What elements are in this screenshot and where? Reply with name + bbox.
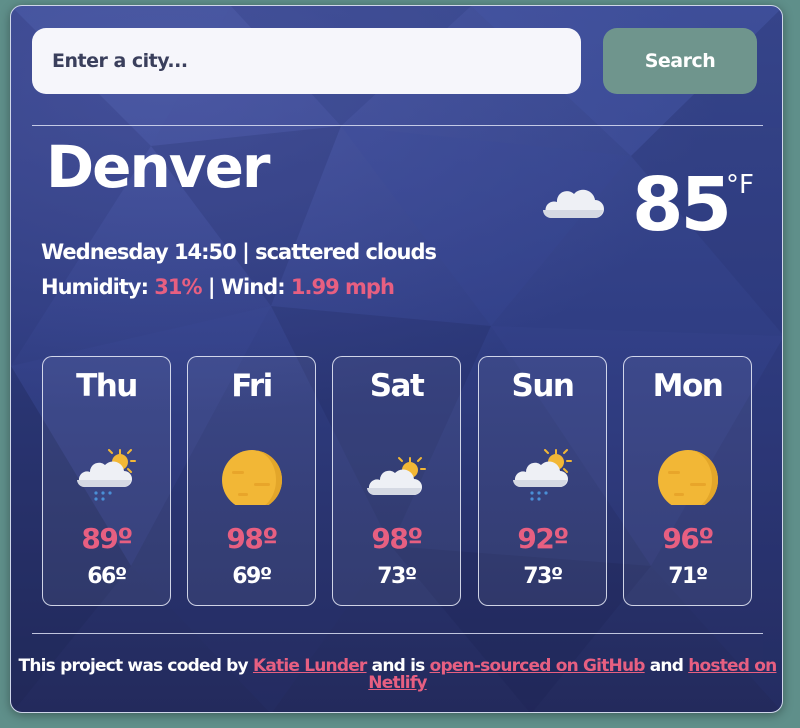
humidity-value: 31% bbox=[154, 274, 202, 299]
city-name: Denver bbox=[46, 133, 271, 201]
forecast-high: 96º bbox=[662, 522, 714, 555]
bottom-divider bbox=[32, 633, 763, 634]
forecast-day-name: Fri bbox=[231, 368, 273, 404]
temperature-unit[interactable]: °F bbox=[726, 172, 754, 198]
forecast-day-mon: Mon 96º 71º bbox=[623, 356, 752, 606]
forecast-day-sun: Sun 92º 73º bbox=[478, 356, 607, 606]
sun-icon bbox=[658, 450, 718, 505]
forecast-high: 98º bbox=[371, 522, 423, 555]
forecast-day-name: Sat bbox=[369, 368, 425, 404]
rain-cloud-sun-icon bbox=[513, 449, 572, 501]
forecast-low: 71º bbox=[668, 564, 708, 589]
sun-icon bbox=[222, 450, 282, 505]
weather-app: Search Denver Wednesday 14:50 | scattere… bbox=[10, 5, 783, 713]
footer-and: and bbox=[649, 656, 684, 676]
forecast-day-sat: Sat 98º 73º bbox=[332, 356, 461, 606]
separator: | bbox=[207, 274, 216, 299]
day-time: Wednesday 14:50 bbox=[41, 240, 237, 264]
footer: This project was coded by Katie Lunder a… bbox=[11, 656, 782, 692]
forecast-day-name: Mon bbox=[652, 368, 724, 404]
cloud-icon bbox=[543, 189, 604, 218]
forecast-list: Thu 89º 66º Fri 98º 69º Sat 98º 73º Sun … bbox=[42, 356, 754, 608]
author-link[interactable]: Katie Lunder bbox=[253, 656, 367, 676]
forecast-high: 98º bbox=[226, 522, 278, 555]
forecast-day-name: Sun bbox=[511, 368, 575, 404]
forecast-low: 69º bbox=[232, 564, 272, 589]
forecast-low: 73º bbox=[377, 564, 417, 589]
humidity-wind-line: Humidity: 31% | Wind: 1.99 mph bbox=[41, 270, 436, 305]
search-button[interactable]: Search bbox=[603, 28, 757, 94]
cloud-sun-icon bbox=[367, 457, 426, 495]
forecast-low: 66º bbox=[87, 564, 127, 589]
weather-description: scattered clouds bbox=[255, 240, 437, 264]
github-link[interactable]: open-sourced on GitHub bbox=[430, 656, 646, 676]
separator: | bbox=[242, 240, 250, 264]
forecast-high: 89º bbox=[81, 522, 133, 555]
forecast-day-fri: Fri 98º 69º bbox=[187, 356, 316, 606]
top-divider bbox=[32, 125, 763, 126]
rain-cloud-sun-icon bbox=[77, 449, 136, 501]
search-form: Search bbox=[32, 28, 757, 94]
forecast-low: 73º bbox=[523, 564, 563, 589]
wind-label: Wind: bbox=[220, 274, 286, 299]
wind-value: 1.99 mph bbox=[290, 274, 395, 299]
forecast-high: 92º bbox=[517, 522, 569, 555]
date-description-line: Wednesday 14:50 | scattered clouds bbox=[41, 235, 437, 270]
forecast-day-name: Thu bbox=[76, 368, 138, 404]
footer-prefix: This project was coded by bbox=[18, 656, 249, 676]
humidity-label: Humidity: bbox=[41, 274, 149, 299]
current-details: Wednesday 14:50 | scattered clouds Humid… bbox=[41, 235, 437, 305]
current-temperature: 85 bbox=[632, 162, 732, 248]
forecast-day-thu: Thu 89º 66º bbox=[42, 356, 171, 606]
city-search-input[interactable] bbox=[32, 28, 581, 94]
